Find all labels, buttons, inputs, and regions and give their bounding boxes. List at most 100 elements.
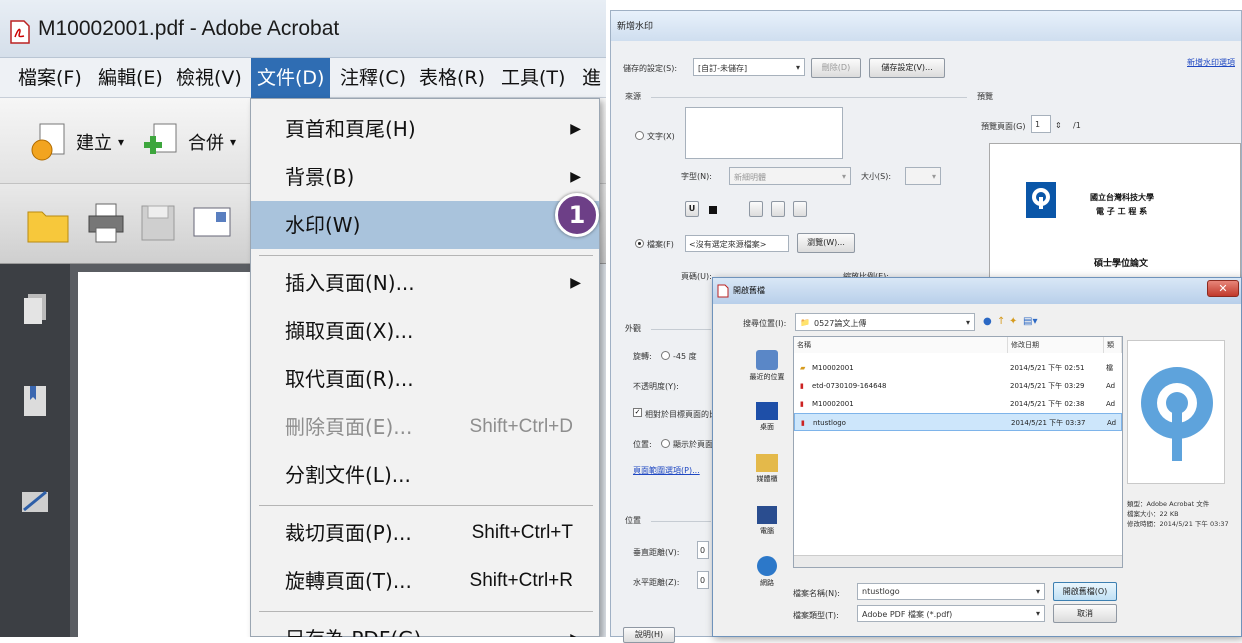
page-range-options-link[interactable]: 頁面範圍選項(P)... — [633, 465, 700, 476]
location-radio[interactable] — [661, 439, 670, 448]
rotation-radio[interactable] — [661, 351, 670, 360]
menu-item-header-footer[interactable]: 頁首和頁尾(H) ▶ — [251, 105, 599, 153]
menu-view[interactable]: 檢視(V) — [170, 58, 248, 98]
nav-label: 電腦 — [760, 527, 774, 535]
create-label: 建立 — [76, 133, 112, 154]
bookmarks-icon[interactable] — [22, 384, 48, 418]
close-icon[interactable]: ✕ — [1207, 280, 1239, 297]
print-icon[interactable] — [86, 202, 126, 244]
desktop-icon — [756, 402, 778, 420]
spin-arrows-icon[interactable]: ⇕ — [1055, 121, 1062, 130]
menu-bar: 檔案(F) 編輯(E) 檢視(V) 文件(D) 注釋(C) 表格(R) 工具(T… — [0, 58, 606, 98]
horizontal-distance-value: 0 — [700, 576, 706, 585]
menu-item-background[interactable]: 背景(B) ▶ — [251, 153, 599, 201]
saved-settings-select[interactable]: [自訂-未儲存] ▾ — [693, 58, 805, 76]
filename-input[interactable]: ntustlogo ▾ — [857, 583, 1045, 600]
watermark-text-area[interactable] — [685, 107, 843, 159]
text-color-swatch[interactable] — [709, 206, 717, 214]
menu-item-save-as-pdf[interactable]: 另存為 PDF(G)... ▶ — [251, 615, 599, 637]
section-divider — [651, 97, 967, 98]
file-date: 2014/5/21 下午 02:51 — [1010, 364, 1085, 372]
file-info-size: 檔案大小：22 KB — [1127, 510, 1179, 518]
nav-network[interactable]: 網路 — [737, 556, 797, 588]
look-in-select[interactable]: 📁 0527論文上傳 ▾ — [795, 313, 975, 331]
file-row[interactable]: ▮ etd-0730109-164648 2014/5/21 下午 03:29 … — [794, 377, 1122, 395]
new-folder-icon[interactable]: ✦ — [1009, 316, 1017, 327]
align-center-button[interactable] — [771, 201, 785, 217]
column-header-name[interactable]: 名稱 — [794, 337, 1008, 353]
align-right-button[interactable] — [793, 201, 807, 217]
browse-button[interactable]: 瀏覽(W)... — [797, 233, 855, 253]
menu-item-delete-pages[interactable]: 刪除頁面(E)... Shift+Ctrl+D — [251, 403, 599, 451]
places-bar: 最近的位置 桌面 媒體櫃 電腦 網路 — [725, 342, 785, 592]
preview-department: 電 子 工 程 系 — [1096, 207, 1148, 216]
menu-comments[interactable]: 注釋(C) — [334, 58, 412, 98]
file-row-selected[interactable]: ▮ ntustlogo 2014/5/21 下午 03:37 Ad — [794, 413, 1122, 431]
vertical-distance-input[interactable]: 0 — [697, 541, 709, 559]
folder-icon: ▰ — [800, 364, 806, 372]
menu-item-insert-pages[interactable]: 插入頁面(N)... ▶ — [251, 259, 599, 307]
underline-button[interactable]: U — [685, 201, 699, 217]
recent-places-icon — [756, 350, 778, 370]
save-settings-button[interactable]: 儲存設定(V)... — [869, 58, 945, 78]
file-type: Ad — [1106, 382, 1116, 390]
menu-item-label: 刪除頁面(E)... — [285, 415, 413, 439]
preview-thesis-title: 碩士學位論文 — [1094, 259, 1149, 269]
watermark-preview-page: 國立台灣科技大學 電 子 工 程 系 碩士學位論文 — [989, 143, 1241, 293]
page-number-label: 頁碼(U): — [681, 272, 712, 281]
combine-files-icon — [144, 123, 177, 154]
horizontal-scrollbar[interactable] — [794, 555, 1122, 567]
create-button[interactable]: 建立 ▾ — [28, 120, 124, 164]
back-icon[interactable]: ● — [983, 316, 992, 327]
nav-recent-places[interactable]: 最近的位置 — [737, 350, 797, 382]
menu-item-replace-pages[interactable]: 取代頁面(R)... — [251, 355, 599, 403]
menu-tools[interactable]: 工具(T) — [495, 58, 571, 98]
menu-item-split-document[interactable]: 分割文件(L)... — [251, 451, 599, 499]
filetype-value: Adobe PDF 檔案 (*.pdf) — [862, 610, 953, 619]
menu-item-extract-pages[interactable]: 擷取頁面(X)... — [251, 307, 599, 355]
font-select[interactable]: 新細明體 ▾ — [729, 167, 851, 185]
nav-libraries[interactable]: 媒體櫃 — [737, 454, 797, 484]
menu-document[interactable]: 文件(D) — [251, 58, 331, 98]
size-select[interactable]: ▾ — [905, 167, 941, 185]
menu-item-crop-pages[interactable]: 裁切頁面(P)... Shift+Ctrl+T — [251, 509, 599, 557]
delete-settings-button[interactable]: 刪除(D) — [811, 58, 861, 78]
horizontal-distance-input[interactable]: 0 — [697, 571, 709, 589]
menu-advanced[interactable]: 進 — [576, 58, 606, 98]
file-row[interactable]: ▰ M10002001 2014/5/21 下午 02:51 檔 — [794, 359, 1122, 377]
column-header-date[interactable]: 修改日期 — [1008, 337, 1104, 353]
menu-file[interactable]: 檔案(F) — [12, 58, 88, 98]
cancel-button[interactable]: 取消 — [1053, 604, 1117, 623]
up-folder-icon[interactable]: ↑ — [997, 316, 1005, 327]
preview-page-input[interactable]: 1 — [1031, 115, 1051, 133]
column-header-type[interactable]: 類 — [1104, 337, 1122, 353]
open-folder-icon[interactable] — [26, 204, 70, 244]
help-button[interactable]: 說明(H) — [623, 627, 675, 643]
save-icon[interactable] — [140, 204, 176, 242]
menu-item-rotate-pages[interactable]: 旋轉頁面(T)... Shift+Ctrl+R — [251, 557, 599, 605]
file-row[interactable]: ▮ M10002001 2014/5/21 下午 02:38 Ad — [794, 395, 1122, 413]
combine-button[interactable]: 合併 ▾ — [140, 120, 236, 164]
align-left-button[interactable] — [749, 201, 763, 217]
rotation-value: -45 度 — [673, 352, 697, 361]
nav-desktop[interactable]: 桌面 — [737, 402, 797, 432]
pages-icon[interactable] — [22, 292, 48, 326]
filetype-select[interactable]: Adobe PDF 檔案 (*.pdf) ▾ — [857, 605, 1045, 622]
watermark-options-link[interactable]: 新增水印選項 — [1187, 57, 1235, 68]
pdf-file-icon — [10, 20, 30, 44]
signatures-icon[interactable] — [20, 486, 50, 516]
nav-computer[interactable]: 電腦 — [737, 506, 797, 536]
text-radio[interactable] — [635, 131, 644, 140]
email-icon[interactable] — [192, 204, 232, 240]
menu-edit[interactable]: 編輯(E) — [92, 58, 169, 98]
file-radio[interactable] — [635, 239, 644, 248]
relative-scale-checkbox[interactable]: ✓ — [633, 408, 642, 417]
open-button[interactable]: 開啟舊檔(O) — [1053, 582, 1117, 601]
menu-item-watermark[interactable]: 水印(W) — [251, 201, 599, 249]
submenu-arrow-icon: ▶ — [570, 121, 581, 137]
menu-forms[interactable]: 表格(R) — [413, 58, 491, 98]
view-menu-icon[interactable]: ▤▾ — [1023, 316, 1037, 327]
file-list: 名稱 修改日期 類 ▰ M10002001 2014/5/21 下午 02:51… — [793, 336, 1123, 568]
combine-label: 合併 — [188, 133, 224, 154]
acrobat-title-bar: M10002001.pdf - Adobe Acrobat — [0, 0, 606, 58]
